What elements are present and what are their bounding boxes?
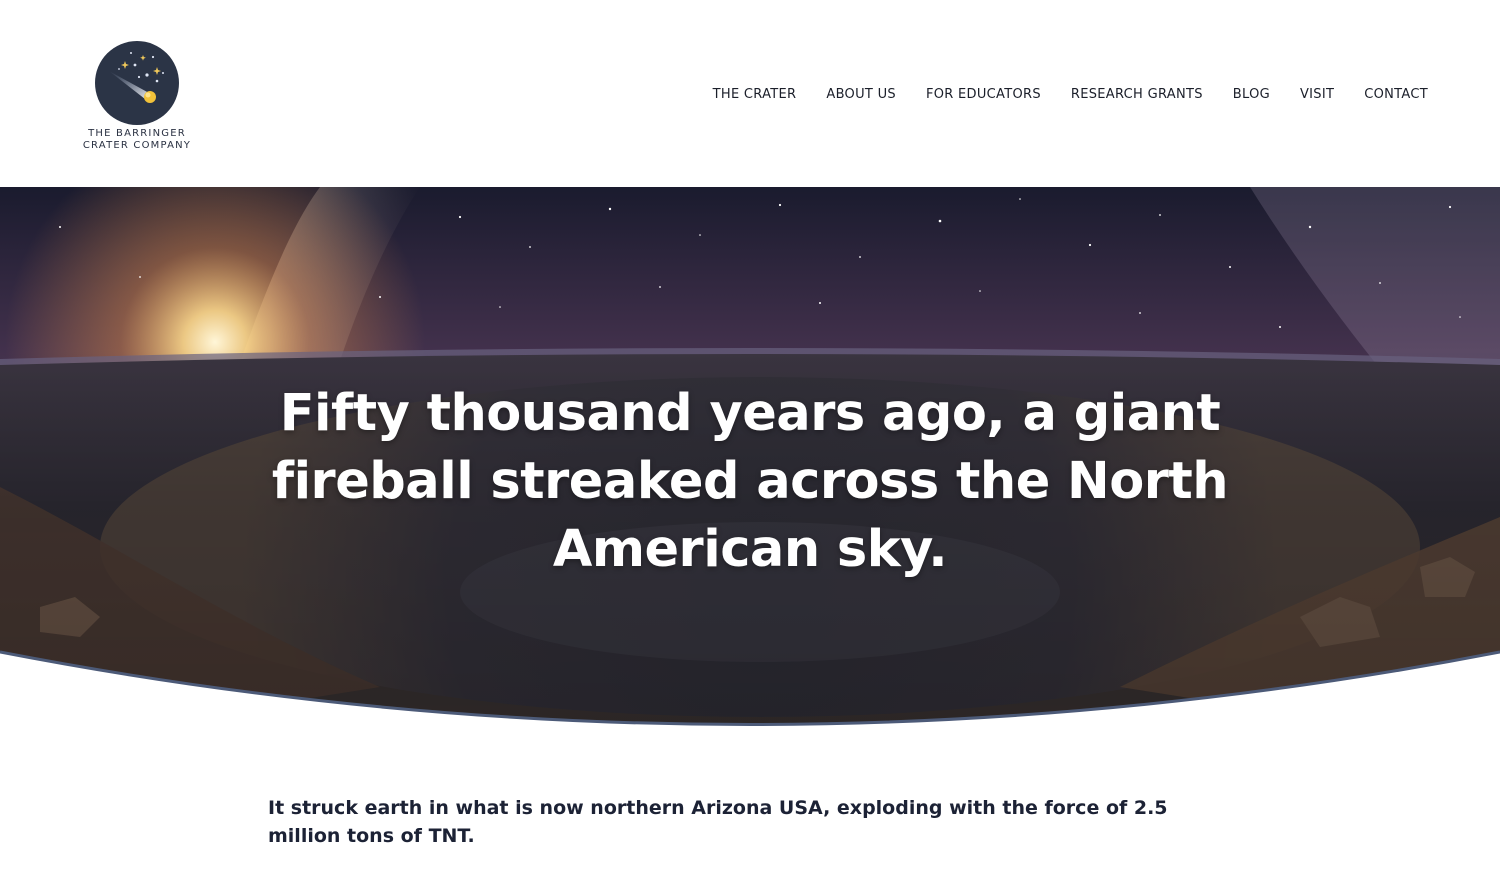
nav-contact[interactable]: CONTACT <box>1364 87 1428 102</box>
brand-line-2: CRATER COMPANY <box>82 140 192 151</box>
nav-about-us[interactable]: ABOUT US <box>826 87 896 102</box>
nav-the-crater[interactable]: THE CRATER <box>713 87 797 102</box>
brand-wordmark: THE BARRINGER CRATER COMPANY <box>78 128 196 152</box>
nav-for-educators[interactable]: FOR EDUCATORS <box>926 87 1041 102</box>
nav-research-grants[interactable]: RESEARCH GRANTS <box>1071 87 1203 102</box>
home-logo-link[interactable]: THE BARRINGER CRATER COMPANY <box>78 38 198 158</box>
hero-banner: Fifty thousand years ago, a giant fireba… <box>0 187 1500 747</box>
nav-visit[interactable]: VISIT <box>1300 87 1334 102</box>
nav-blog[interactable]: BLOG <box>1233 87 1270 102</box>
comet-logo-icon <box>95 41 179 125</box>
site-header: THE BARRINGER CRATER COMPANY THE CRATER … <box>0 0 1500 187</box>
main-nav: THE CRATER ABOUT US FOR EDUCATORS RESEAR… <box>713 84 1428 104</box>
brand-line-1: THE BARRINGER <box>88 128 186 139</box>
intro-paragraph: It struck earth in what is now northern … <box>268 797 1168 847</box>
hero-headline: Fifty thousand years ago, a giant fireba… <box>271 384 1229 579</box>
